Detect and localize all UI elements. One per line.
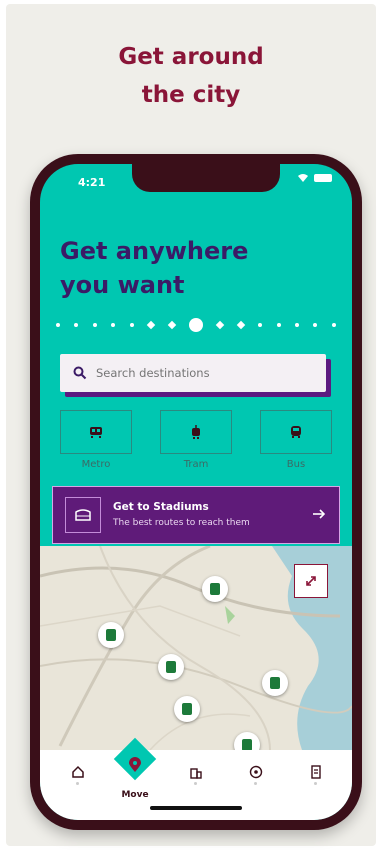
headline-line-1: Get around bbox=[118, 44, 264, 70]
tram-icon bbox=[192, 425, 200, 439]
tab-move-label: Move bbox=[121, 790, 149, 800]
bus-button[interactable] bbox=[260, 410, 332, 454]
tab-move[interactable] bbox=[115, 753, 155, 777]
headline-line-2: the city bbox=[141, 82, 241, 108]
search-input[interactable] bbox=[94, 365, 318, 381]
metro-icon bbox=[90, 427, 102, 438]
stadium-icon bbox=[65, 497, 101, 533]
battery-icon bbox=[314, 174, 332, 182]
tab-places[interactable] bbox=[176, 760, 216, 784]
stadium-card-title: Get to Stadiums bbox=[113, 501, 209, 513]
map-stop-marker[interactable] bbox=[262, 670, 288, 696]
location-pin-icon bbox=[129, 757, 141, 772]
metro-button[interactable] bbox=[60, 410, 132, 454]
wifi-icon bbox=[298, 174, 308, 182]
metro-label: Metro bbox=[81, 459, 111, 470]
football-icon bbox=[249, 765, 263, 779]
tab-football[interactable] bbox=[236, 760, 276, 784]
expand-map-button[interactable] bbox=[294, 564, 328, 598]
status-icons bbox=[298, 174, 332, 182]
tab-tickets[interactable] bbox=[296, 760, 336, 784]
tram-label: Tram bbox=[183, 459, 209, 470]
expand-icon bbox=[306, 576, 316, 586]
search-icon bbox=[73, 366, 87, 380]
app-screen: 4:21 Get anywhere you want Metro Tram Bu… bbox=[40, 164, 352, 820]
map-stop-marker[interactable] bbox=[174, 696, 200, 722]
building-icon bbox=[190, 768, 202, 779]
map-stop-marker[interactable] bbox=[98, 622, 124, 648]
map-view[interactable] bbox=[40, 546, 352, 750]
bus-icon bbox=[291, 426, 301, 438]
home-icon bbox=[72, 765, 84, 778]
hero-line-2: you want bbox=[60, 271, 185, 299]
tab-home[interactable] bbox=[58, 760, 98, 784]
ticket-icon bbox=[311, 765, 321, 779]
search-bar[interactable] bbox=[60, 354, 326, 392]
tram-button[interactable] bbox=[160, 410, 232, 454]
hero-line-1: Get anywhere bbox=[60, 237, 249, 265]
stadiums-card[interactable]: Get to Stadiums The best routes to reach… bbox=[52, 486, 340, 544]
hero-title: Get anywhere you want bbox=[60, 234, 248, 302]
arrow-right-icon bbox=[313, 509, 326, 519]
phone-notch bbox=[132, 164, 280, 192]
map-stop-marker[interactable] bbox=[202, 576, 228, 602]
status-time: 4:21 bbox=[78, 176, 106, 189]
map-stop-marker[interactable] bbox=[158, 654, 184, 680]
stadium-card-subtitle: The best routes to reach them bbox=[113, 518, 250, 528]
bus-label: Bus bbox=[286, 459, 306, 470]
store-headline: Get around the city bbox=[0, 38, 382, 114]
home-indicator bbox=[150, 806, 242, 810]
decorative-dots bbox=[56, 318, 336, 332]
